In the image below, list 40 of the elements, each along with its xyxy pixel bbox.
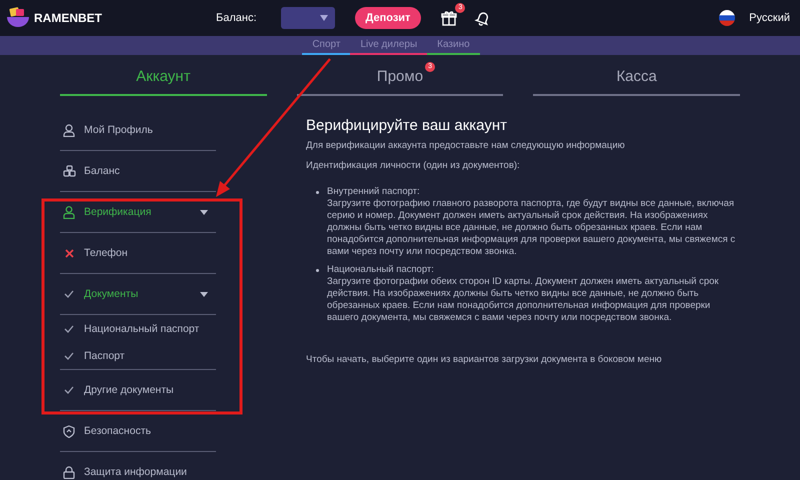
- deposit-button[interactable]: Депозит: [354, 7, 422, 29]
- sidebar-item[interactable]: Мой Профиль: [84, 124, 153, 136]
- intro-text: Для верификации аккаунта предоставьте нам следующую информацию: [306, 140, 626, 152]
- sidebar-item[interactable]: Национальный паспорт: [84, 322, 200, 334]
- coins-icon: [62, 165, 76, 177]
- user-check-icon: [63, 206, 75, 218]
- sidebar-item[interactable]: Документы: [84, 288, 138, 300]
- sidebar-item[interactable]: Безопасность: [84, 425, 151, 437]
- balance-label: Баланс:: [216, 12, 257, 24]
- check-icon: [64, 324, 74, 332]
- document-name: Национальный паспорт:: [327, 264, 435, 276]
- caret-icon: [320, 15, 328, 21]
- sidebar-item[interactable]: Другие документы: [84, 384, 174, 396]
- document-name: Внутренний паспорт:: [327, 186, 421, 198]
- tab[interactable]: Касса: [533, 60, 740, 96]
- language-selector[interactable]: Русский: [749, 12, 790, 24]
- document-description: Загрузите фотографию главного разворота паспорта, где будут видны все данные, включая серию и номер. Документ должен иметь актуальный срок действия. На изображениях должны быть четко видны все данные, не должно быть обрезанных краев. Если нам понадобится дополнительная информация для проверки вашего документа, мы свяжемся с вами через почту или посредством звонка.: [327, 198, 736, 258]
- sidebar-item[interactable]: Баланс: [84, 165, 120, 177]
- bullet-icon: [316, 269, 319, 272]
- tab[interactable]: Аккаунт: [60, 60, 267, 96]
- check-icon: [64, 386, 74, 394]
- lock-icon: [63, 466, 75, 478]
- document-description: Загрузите фотографии обеих сторон ID карты. Документ должен иметь актуальный срок действия. На изображениях должны быть четко видны все данные, не должно быть обрезанных краев. Если нам понадобится дополнительная информация для проверки вашего документа, мы свяжемся с вами через почту или посредством звонка.: [327, 276, 720, 324]
- check-icon: [64, 290, 74, 298]
- sidebar-item[interactable]: Паспорт: [84, 350, 125, 362]
- gift-icon[interactable]: [441, 10, 458, 26]
- sidebar-item[interactable]: Защита информации: [84, 466, 187, 478]
- sidebar-item[interactable]: Верификация: [84, 206, 152, 218]
- check-icon: [64, 352, 74, 360]
- cross-icon: [64, 248, 74, 258]
- user-icon: [63, 124, 75, 136]
- brand-name: RAMENBET: [34, 11, 102, 25]
- bowl-logo-icon: [6, 7, 30, 29]
- page-title: Верифицируйте ваш аккаунт: [306, 120, 508, 132]
- bullet-icon: [316, 191, 319, 194]
- russian-flag-icon[interactable]: [719, 10, 736, 26]
- sidebar-item[interactable]: Телефон: [84, 247, 128, 259]
- section-subtitle: Идентификация личности (один из документов):: [306, 160, 521, 172]
- instruction-text: Чтобы начать, выберите один из вариантов загрузки документа в боковом меню: [306, 354, 663, 366]
- shield-icon: [63, 424, 75, 438]
